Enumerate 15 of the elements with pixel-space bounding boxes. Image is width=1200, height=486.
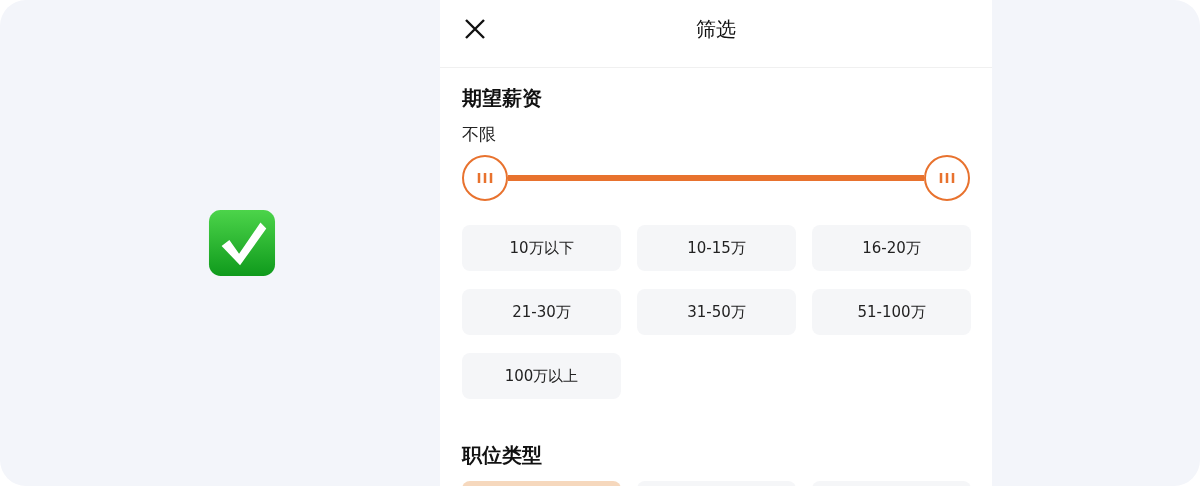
- slider-handle[interactable]: [462, 155, 508, 201]
- salary-option[interactable]: 10万以下: [462, 225, 621, 271]
- close-icon[interactable]: [463, 17, 487, 41]
- panel-title: 筛选: [696, 16, 736, 43]
- slider-handle[interactable]: [924, 155, 970, 201]
- salary-option[interactable]: 51-100万: [812, 289, 971, 335]
- salary-option[interactable]: 10-15万: [637, 225, 796, 271]
- salary-option[interactable]: 31-50万: [637, 289, 796, 335]
- salary-option[interactable]: 21-30万: [462, 289, 621, 335]
- salary-option[interactable]: 16-20万: [812, 225, 971, 271]
- check-mark-icon: [208, 209, 276, 277]
- salary-option[interactable]: 100万以上: [462, 353, 621, 399]
- range-label: 不限: [462, 123, 497, 146]
- section-title: 职位类型: [462, 442, 543, 469]
- section-title: 期望薪资: [462, 85, 543, 112]
